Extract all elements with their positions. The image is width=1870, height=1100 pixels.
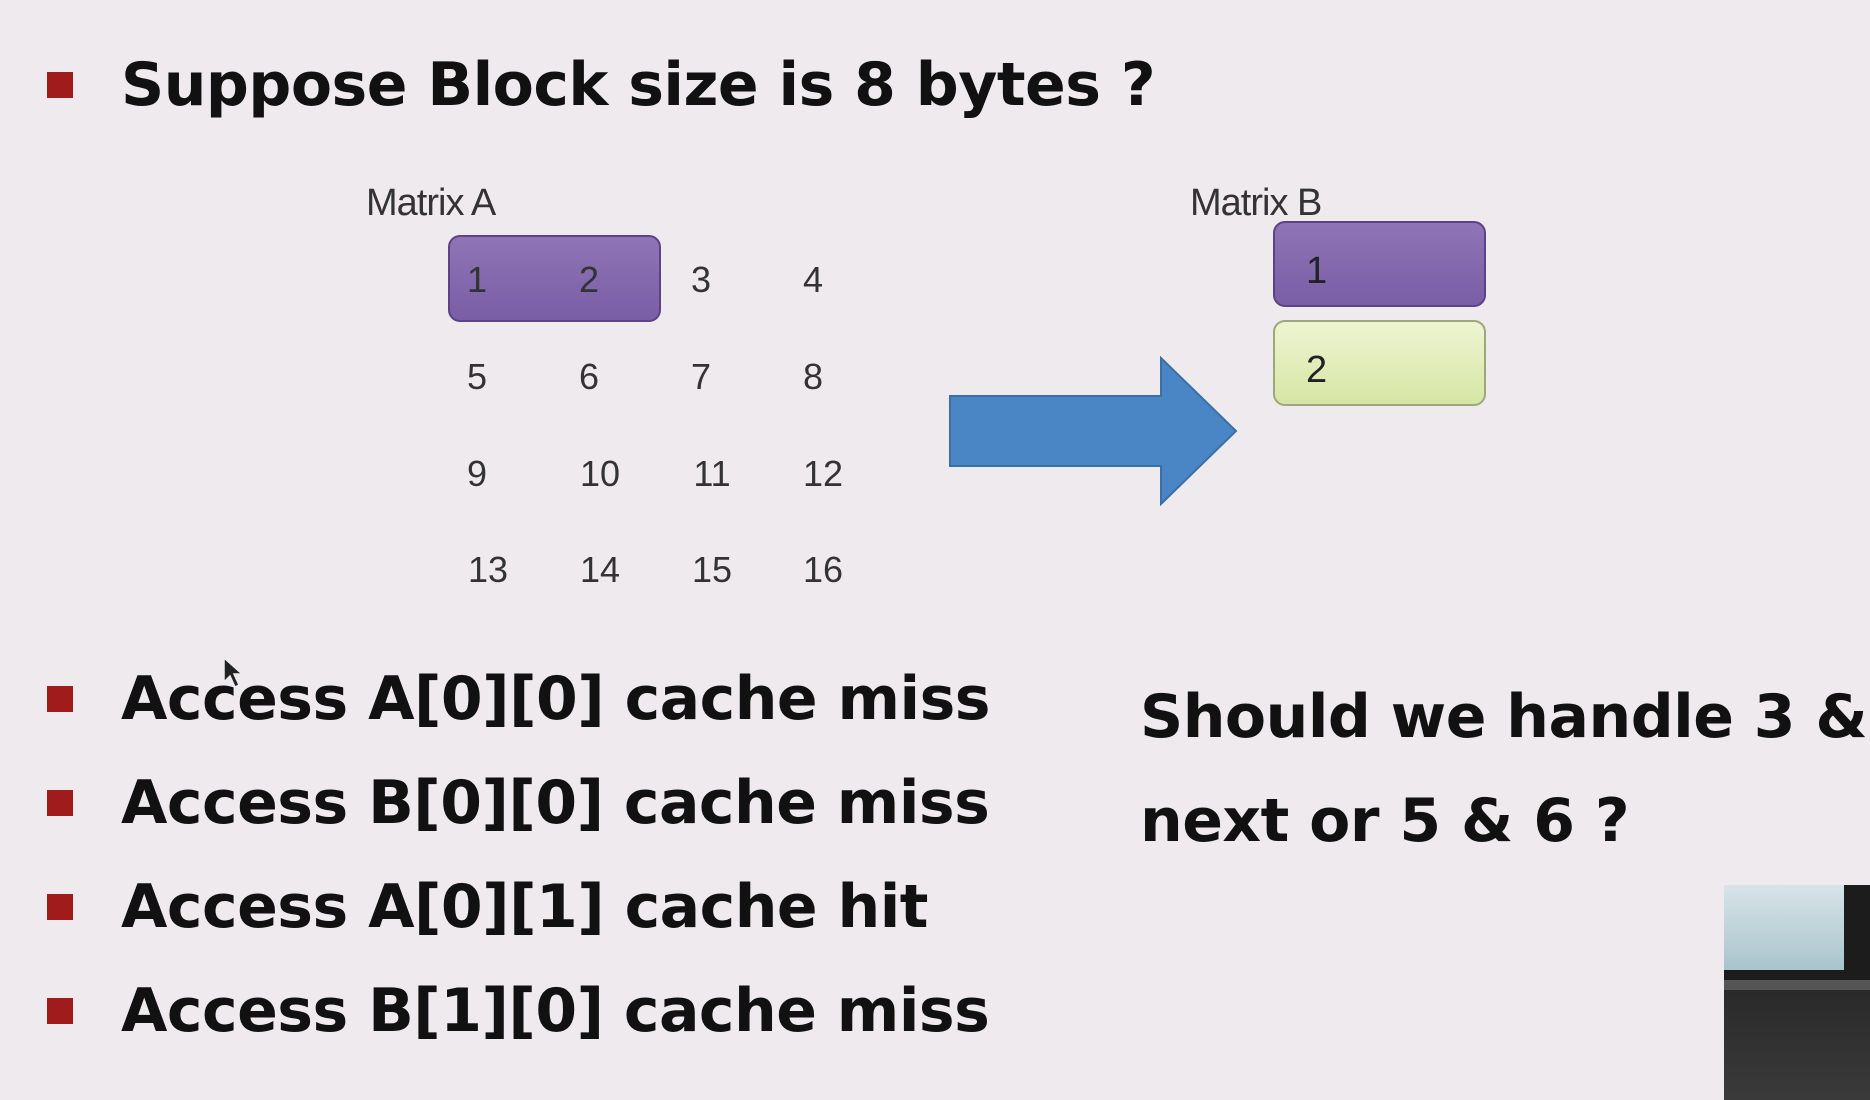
- list-item: Access B[1][0] cache miss: [47, 976, 990, 1046]
- matrix-a-cell: 6: [578, 356, 600, 397]
- title-row: Suppose Block size is 8 bytes ?: [47, 50, 1156, 120]
- question-text: Should we handle 3 & 4 next or 5 & 6 ?: [1140, 665, 1870, 873]
- bullet-marker: [47, 72, 73, 98]
- access-step: Access A[0][1] cache hit: [121, 872, 928, 942]
- matrix-b-label: Matrix B: [1190, 182, 1322, 224]
- mouse-cursor-icon: [223, 656, 244, 689]
- access-step: Access B[1][0] cache miss: [121, 976, 990, 1046]
- matrix-a-cell: 14: [579, 549, 621, 590]
- matrix-b-cell: 1: [1306, 250, 1328, 292]
- right-arrow-icon: [949, 356, 1238, 506]
- matrix-b-cell: 2: [1306, 349, 1328, 391]
- thumbnail-screen: [1724, 885, 1844, 970]
- bullet-marker: [47, 686, 73, 712]
- matrix-a-cell: 5: [466, 356, 488, 397]
- matrix-b-block-2: [1273, 320, 1486, 406]
- bullet-marker: [47, 790, 73, 816]
- question-line-2: next or 5 & 6 ?: [1140, 786, 1630, 856]
- list-item: Access B[0][0] cache miss: [47, 768, 990, 838]
- access-step: Access B[0][0] cache miss: [121, 768, 990, 838]
- bullet-marker: [47, 894, 73, 920]
- matrix-a-cell: 4: [802, 259, 824, 300]
- matrix-a-cell: 2: [578, 259, 600, 300]
- matrix-a-cell: 12: [802, 453, 844, 494]
- bullet-marker: [47, 998, 73, 1024]
- matrix-a-label: Matrix A: [366, 182, 496, 224]
- matrix-b-block-1: [1273, 221, 1486, 307]
- slide: Suppose Block size is 8 bytes ? Matrix A…: [0, 0, 1870, 1100]
- matrix-a-cell: 1: [466, 259, 488, 300]
- access-step: Access A[0][0] cache miss: [121, 664, 991, 734]
- matrix-a-cell: 11: [693, 453, 731, 494]
- matrix-a-cell: 10: [579, 453, 621, 494]
- matrix-a-cell: 8: [802, 356, 824, 397]
- matrix-a-cell: 16: [802, 549, 844, 590]
- slide-title: Suppose Block size is 8 bytes ?: [121, 50, 1156, 120]
- question-line-1: Should we handle 3 & 4: [1140, 682, 1870, 752]
- matrix-a-cell: 13: [467, 549, 509, 590]
- matrix-a-cell: 7: [690, 356, 712, 397]
- list-item: Access A[0][0] cache miss: [47, 664, 991, 734]
- list-item: Access A[0][1] cache hit: [47, 872, 928, 942]
- thumbnail-band: [1724, 980, 1870, 990]
- matrix-a-cell: 9: [466, 453, 488, 494]
- video-thumbnail: [1724, 885, 1870, 1100]
- matrix-a-cell: 3: [690, 259, 712, 300]
- matrix-a-cell: 15: [691, 549, 733, 590]
- thumbnail-floor: [1724, 990, 1870, 1100]
